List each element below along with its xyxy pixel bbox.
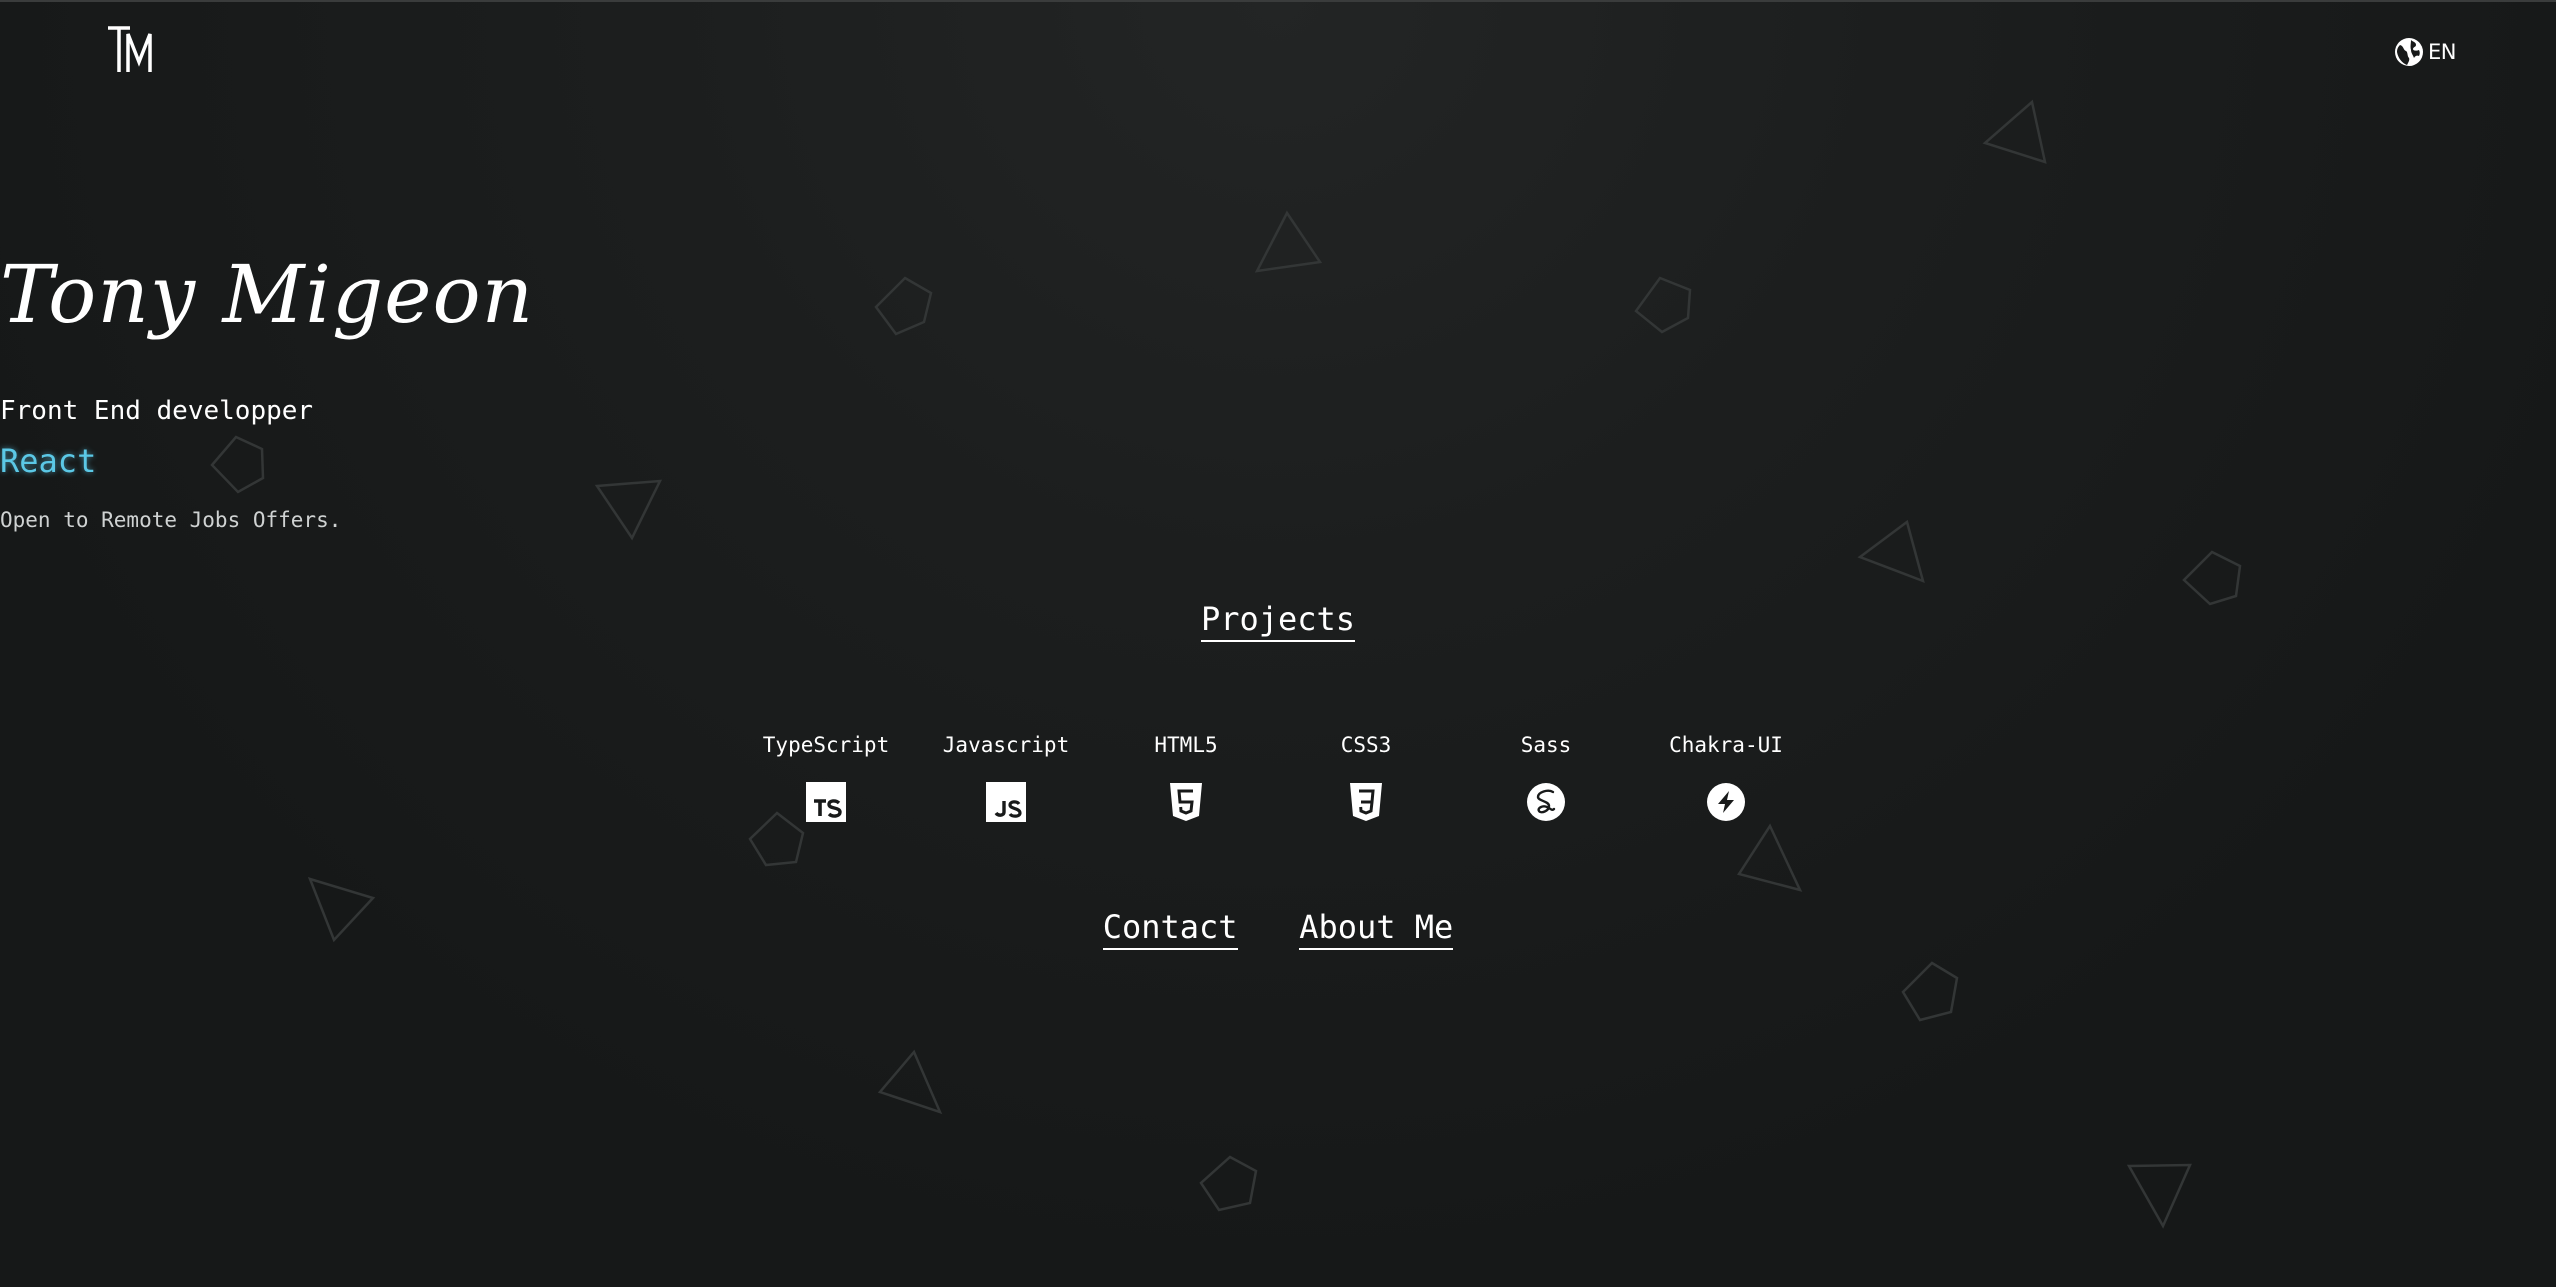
skill-item-chakra-ui: Chakra-UI <box>1636 730 1816 822</box>
availability-text: Open to Remote Jobs Offers. <box>0 508 342 532</box>
bg-pentagon <box>2182 550 2242 606</box>
bg-triangle <box>1737 823 1803 892</box>
projects-link[interactable]: Projects <box>1200 600 1356 642</box>
javascript-icon <box>986 782 1026 822</box>
skill-label: HTML5 <box>1154 733 1218 757</box>
about-me-link[interactable]: About Me <box>1299 908 1454 950</box>
sass-icon <box>1527 783 1565 821</box>
contact-link[interactable]: Contact <box>1102 908 1238 950</box>
logo-mark <box>108 26 152 72</box>
skill-item-sass: Sass <box>1456 730 1636 822</box>
bg-pentagon <box>1901 961 1959 1022</box>
bg-triangle <box>1982 99 2047 164</box>
skill-label: CSS3 <box>1340 733 1392 757</box>
skill-item-javascript: Javascript <box>916 730 1096 822</box>
skill-item-html5: HTML5 <box>1096 730 1276 822</box>
skill-label: Sass <box>1520 733 1572 757</box>
skill-item-css3: CSS3 <box>1276 730 1456 822</box>
bg-triangle <box>2126 1163 2192 1229</box>
skill-item-typescript: TypeScript <box>736 730 916 822</box>
globe-icon <box>2395 38 2424 66</box>
job-title: Front End developper <box>0 396 314 426</box>
skill-label: Javascript <box>942 733 1070 757</box>
html5-icon <box>1170 783 1202 821</box>
chakra-ui-icon <box>1707 783 1745 821</box>
top-border <box>0 0 2556 2</box>
tm-monogram-logo[interactable] <box>106 24 162 80</box>
background-shapes <box>210 99 2242 1229</box>
language-label: EN <box>2428 40 2456 64</box>
language-switcher[interactable]: EN <box>2394 36 2456 68</box>
bg-pentagon <box>1199 1155 1258 1212</box>
page-title: Tony Migeon <box>0 248 535 341</box>
skill-label: Chakra-UI <box>1669 733 1783 757</box>
skill-label: TypeScript <box>762 733 890 757</box>
typescript-icon <box>806 782 846 822</box>
highlight-technology: React <box>0 442 97 480</box>
bg-triangle <box>877 1049 943 1115</box>
css3-icon <box>1350 783 1382 821</box>
